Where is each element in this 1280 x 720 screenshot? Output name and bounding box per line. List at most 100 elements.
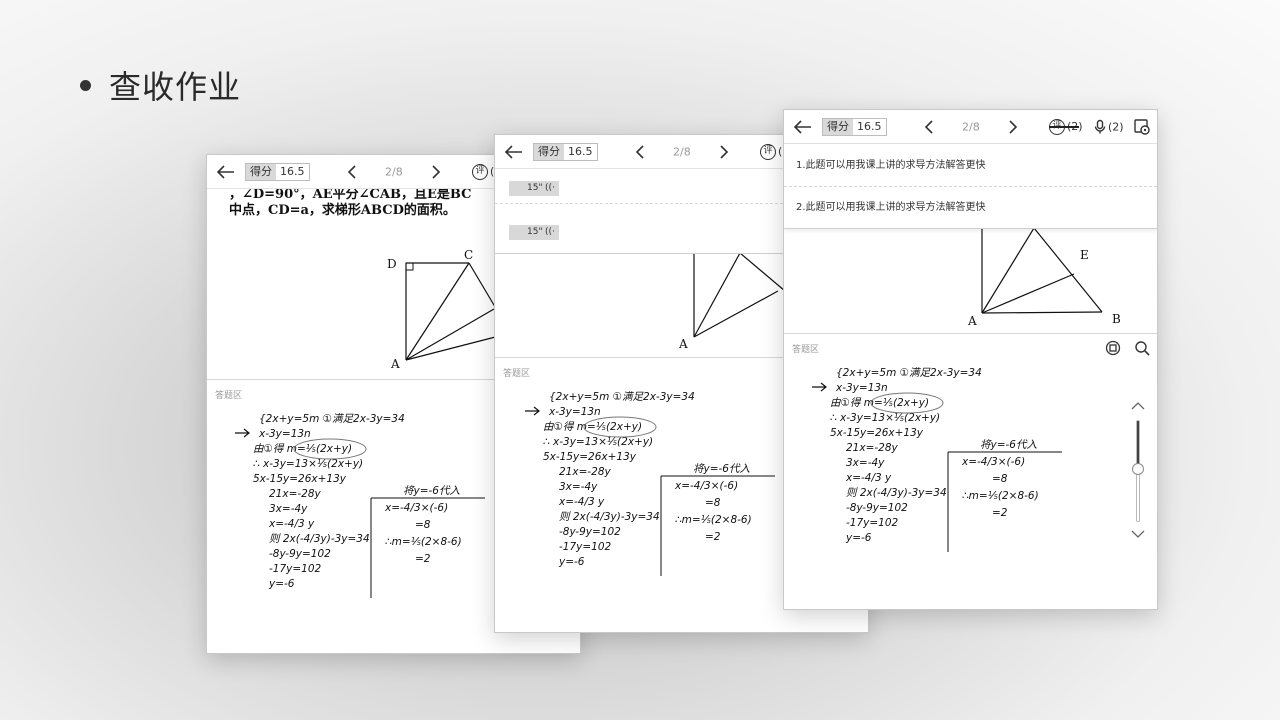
page-indicator: 2/8 [385, 165, 403, 178]
handwriting-line: 3x=-4y [846, 457, 885, 469]
handwriting-line: 3x=-4y [269, 503, 308, 515]
audio-duration: 15" [527, 183, 543, 193]
chevron-down-icon[interactable] [1131, 530, 1145, 538]
handwriting-side-line: =8 [415, 519, 431, 531]
active-tab-indicator [1049, 125, 1079, 128]
slide-title-text: 查收作业 [109, 68, 242, 106]
handwriting-line: -8y-9y=102 [846, 502, 908, 514]
handwriting-line: x=-4/3 y [558, 496, 605, 508]
handwriting-side-line: ∴m=⅕(2×8-6) [962, 490, 1039, 502]
label-a: A [968, 314, 977, 328]
fullscreen-icon[interactable] [1105, 340, 1121, 356]
handwriting-line: 5x-15y=26x+13y [830, 427, 924, 439]
page-indicator: 2/8 [673, 145, 691, 158]
label-a: A [391, 357, 400, 371]
label-c: C [464, 248, 474, 262]
back-arrow-icon[interactable] [217, 164, 235, 179]
arrow-mark [525, 406, 540, 416]
handwriting-line: 21x=-28y [269, 488, 322, 500]
label-a: A [679, 337, 688, 351]
zoom-slider-fill [1137, 421, 1139, 469]
handwriting-line: y=-6 [558, 556, 585, 568]
settings-icon[interactable] [1134, 118, 1150, 135]
handwriting-line: ∴ x-3y=13×⅕(2x+y) [830, 412, 940, 424]
handwriting-line: 由①得 m=⅕(2x+y) [830, 397, 929, 409]
arrow-mark [235, 428, 250, 438]
text-comment-list: 1.此题可以用我课上讲的求导方法解答更快 2.此题可以用我课上讲的求导方法解答更… [784, 145, 1157, 229]
chevron-right-icon[interactable] [1008, 119, 1018, 134]
handwriting-line: {2x+y=5m ①满足2x-3y=34 [259, 413, 405, 425]
handwriting-line: 3x=-4y [559, 481, 598, 493]
answer-area-label: 答题区 [792, 345, 820, 355]
handwriting-side-line: =8 [705, 497, 721, 509]
voice-button[interactable]: (2) [1094, 119, 1124, 134]
chevron-left-icon[interactable] [924, 119, 934, 134]
score-value: 16.5 [280, 164, 305, 178]
handwriting-side-line: x=-4/3×(-6) [674, 480, 738, 492]
handwriting-line: -8y-9y=102 [269, 548, 331, 560]
homework-panel-3: E A B 得分 16.5 2/8 评 (2) (2) [783, 109, 1158, 610]
audio-duration: 15" [527, 227, 543, 237]
handwriting-canvas: {2x+y=5m ①满足2x-3y=34 x-3y=13n 由①得 m=⅕(2x+… [812, 367, 1062, 552]
handwriting-line: -8y-9y=102 [559, 526, 621, 538]
page-indicator: 2/8 [962, 120, 980, 133]
handwriting-line: 21x=-28y [846, 442, 899, 454]
speaker-icon: ((· [545, 227, 555, 237]
score-value: 16.5 [568, 144, 593, 158]
handwriting-line: x-3y=13n [835, 382, 888, 394]
handwriting-line: y=-6 [268, 578, 295, 590]
handwriting-line: -17y=102 [846, 517, 899, 529]
top-toolbar: 得分 16.5 2/8 评 (2) (2) [784, 110, 1157, 144]
handwriting-line: -17y=102 [559, 541, 612, 553]
handwriting-line: x-3y=13n [258, 428, 311, 440]
score-box: 得分 16.5 [245, 162, 310, 181]
handwriting-side-line: ∴m=⅕(2×8-6) [385, 536, 462, 548]
zoom-slider-track[interactable] [1132, 420, 1144, 522]
handwriting-line: x-3y=13n [548, 406, 601, 418]
handwriting-line: 21x=-28y [559, 466, 612, 478]
chevron-up-icon[interactable] [1131, 402, 1145, 410]
chevron-right-icon[interactable] [719, 144, 729, 159]
answer-area-label: 答题区 [503, 369, 531, 379]
audio-chip[interactable]: 15" ((· [509, 181, 559, 196]
handwriting-line: 则 2x(-4/3y)-3y=34 [846, 487, 947, 499]
comment-item[interactable]: 2.此题可以用我课上讲的求导方法解答更快 [784, 187, 1157, 229]
chevron-right-icon[interactable] [431, 164, 441, 179]
handwriting-line: 由①得 m=⅕(2x+y) [253, 443, 352, 455]
comment-item[interactable]: 1.此题可以用我课上讲的求导方法解答更快 [784, 145, 1157, 187]
voice-count: (2) [1108, 120, 1124, 133]
zoom-slider-thumb[interactable] [1132, 463, 1144, 475]
handwriting-side-line: =8 [992, 473, 1008, 485]
slide-title: 查收作业 [80, 62, 241, 108]
handwriting-side-line: 将y=-6代入 [980, 439, 1037, 451]
audio-chip[interactable]: 15" ((· [509, 225, 559, 240]
handwriting-canvas: {2x+y=5m ①满足2x-3y=34 x-3y=13n 由①得 m=⅕(2x+… [235, 413, 485, 598]
handwriting-line: 则 2x(-4/3y)-3y=34 [559, 511, 660, 523]
answer-area[interactable]: 答题区 {2x+y=5m ①满足2x-3y=34 x-3y=13n 由①得 m=⅕… [784, 333, 1157, 609]
answer-area-label: 答题区 [215, 391, 243, 401]
handwriting-line: 5x-15y=26x+13y [543, 451, 637, 463]
handwriting-side-line: x=-4/3×(-6) [961, 456, 1025, 468]
question-area: E A B [784, 228, 1157, 335]
handwriting-line: 则 2x(-4/3y)-3y=34 [269, 533, 370, 545]
handwriting-line: {2x+y=5m ①满足2x-3y=34 [549, 391, 695, 403]
handwriting-side-line: =2 [992, 507, 1008, 519]
handwriting-side-line: ∴m=⅕(2×8-6) [675, 514, 752, 526]
chevron-left-icon[interactable] [347, 164, 357, 179]
back-arrow-icon[interactable] [505, 144, 523, 159]
back-arrow-icon[interactable] [794, 119, 812, 134]
handwriting-line: y=-6 [845, 532, 872, 544]
handwriting-line: ∴ x-3y=13×⅕(2x+y) [253, 458, 363, 470]
review-icon: 评 [760, 143, 776, 160]
score-box: 得分 16.5 [533, 142, 598, 161]
score-label: 得分 [534, 143, 564, 160]
score-box: 得分 16.5 [822, 117, 887, 136]
search-icon[interactable] [1134, 340, 1150, 356]
chevron-left-icon[interactable] [635, 144, 645, 159]
handwriting-side-line: 将y=-6代入 [403, 485, 460, 497]
speaker-icon: ((· [545, 183, 555, 193]
label-d: D [387, 257, 397, 271]
handwriting-canvas: {2x+y=5m ①满足2x-3y=34 x-3y=13n 由①得 m=⅕(2x+… [525, 391, 775, 576]
handwriting-side-line: 将y=-6代入 [693, 463, 750, 475]
handwriting-side-line: =2 [705, 531, 721, 543]
